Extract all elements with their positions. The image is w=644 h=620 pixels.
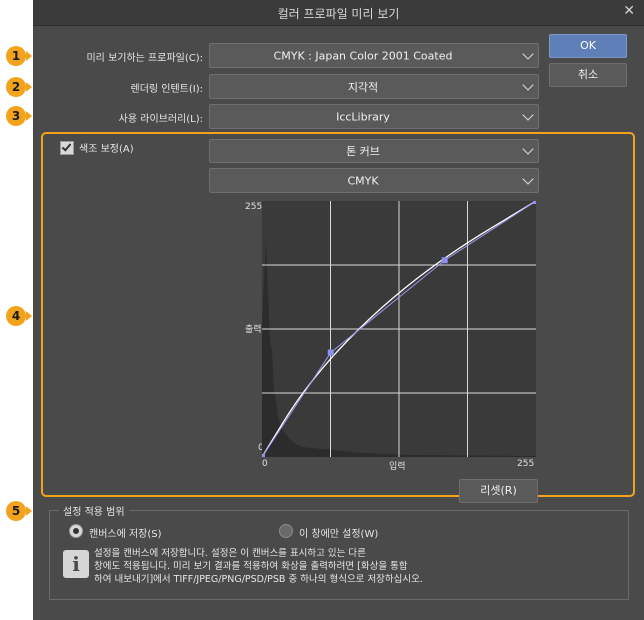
reset-button[interactable]: 리셋(R) [459, 479, 538, 503]
info-text-line-3: 하여 내보내기]에서 TIFF/JPEG/PNG/PSD/PSB 중 하나의 형… [94, 574, 423, 585]
dialog-titlebar: 컬러 프로파일 미리 보기 ✕ [33, 0, 644, 26]
chevron-down-icon [522, 47, 534, 60]
info-icon: i [63, 550, 89, 578]
chevron-down-icon [522, 143, 534, 155]
info-text-line-2: 창에도 적용됩니다. 미리 보기 결과를 적용하여 화상을 출력하려면 [화상을… [94, 561, 408, 572]
library-label: 사용 라이브러리(L): [118, 114, 203, 125]
chevron-down-icon [522, 108, 534, 121]
callout-badge-4-pointer [26, 311, 32, 321]
curve-control-point-1[interactable] [327, 349, 334, 356]
library-select-value: IccLibrary [336, 110, 390, 123]
color-profile-preview-dialog: 컬러 프로파일 미리 보기 ✕ 미리 보기하는 프로파일(C): CMYK : … [33, 0, 644, 620]
profile-label: 미리 보기하는 프로파일(C): [86, 53, 203, 64]
dialog-title: 컬러 프로파일 미리 보기 [277, 7, 400, 21]
color-correction-label: 색조 보정(A) [79, 144, 134, 155]
channel-select[interactable]: CMYK [209, 168, 539, 193]
curve-control-point-2[interactable] [441, 257, 448, 264]
callout-badge-2-pointer [26, 82, 32, 92]
callout-badge-1-pointer [26, 51, 32, 61]
apply-scope-title: 설정 적용 범위 [59, 503, 129, 518]
callout-badge-2: 2 [6, 77, 26, 97]
rendering-intent-label: 렌더링 인텐트(I): [130, 84, 204, 95]
curve-control-point-0[interactable] [262, 454, 265, 457]
this-window-only-radio[interactable] [279, 524, 293, 538]
this-window-only-label: 이 창에만 설정(W) [299, 529, 379, 540]
ok-button[interactable]: OK [549, 34, 627, 58]
rendering-intent-value: 지각적 [347, 80, 379, 94]
chevron-down-icon [522, 172, 534, 185]
color-correction-checkbox[interactable] [60, 141, 74, 155]
correction-mode-select[interactable]: 톤 커브 [209, 139, 539, 163]
callout-badge-3: 3 [6, 106, 26, 126]
y-tick-max: 255 [245, 202, 263, 212]
x-axis-label: 입력 [389, 462, 406, 472]
channel-select-value: CMYK [347, 174, 379, 187]
info-text-line-1: 설정을 캔버스에 저장합니다. 설정은 이 캔버스를 표시하고 있는 다른 [94, 548, 366, 559]
callout-badge-1: 1 [6, 46, 26, 66]
profile-select-value: CMYK : Japan Color 2001 Coated [273, 49, 453, 62]
rendering-intent-select[interactable]: 지각적 [209, 74, 539, 99]
close-icon[interactable]: ✕ [623, 3, 635, 19]
library-select[interactable]: IccLibrary [209, 104, 539, 129]
tone-curve-graph[interactable] [262, 201, 536, 457]
y-axis-label: 출력 [245, 325, 262, 335]
chevron-down-icon [522, 78, 534, 91]
save-to-canvas-radio[interactable] [69, 524, 83, 538]
correction-mode-value: 톤 커브 [346, 145, 380, 158]
callout-badge-4: 4 [6, 306, 26, 326]
profile-select[interactable]: CMYK : Japan Color 2001 Coated [209, 43, 539, 68]
callout-badge-5-pointer [26, 506, 32, 516]
save-to-canvas-label: 캔버스에 저장(S) [89, 529, 162, 540]
checkmark-icon [61, 141, 72, 152]
callout-badge-5: 5 [6, 501, 26, 521]
curve-control-point-3[interactable] [533, 201, 536, 204]
cancel-button[interactable]: 취소 [549, 63, 627, 87]
x-tick-min: 0 [262, 459, 268, 469]
callout-badge-3-pointer [26, 111, 32, 121]
x-tick-max: 255 [517, 459, 535, 469]
